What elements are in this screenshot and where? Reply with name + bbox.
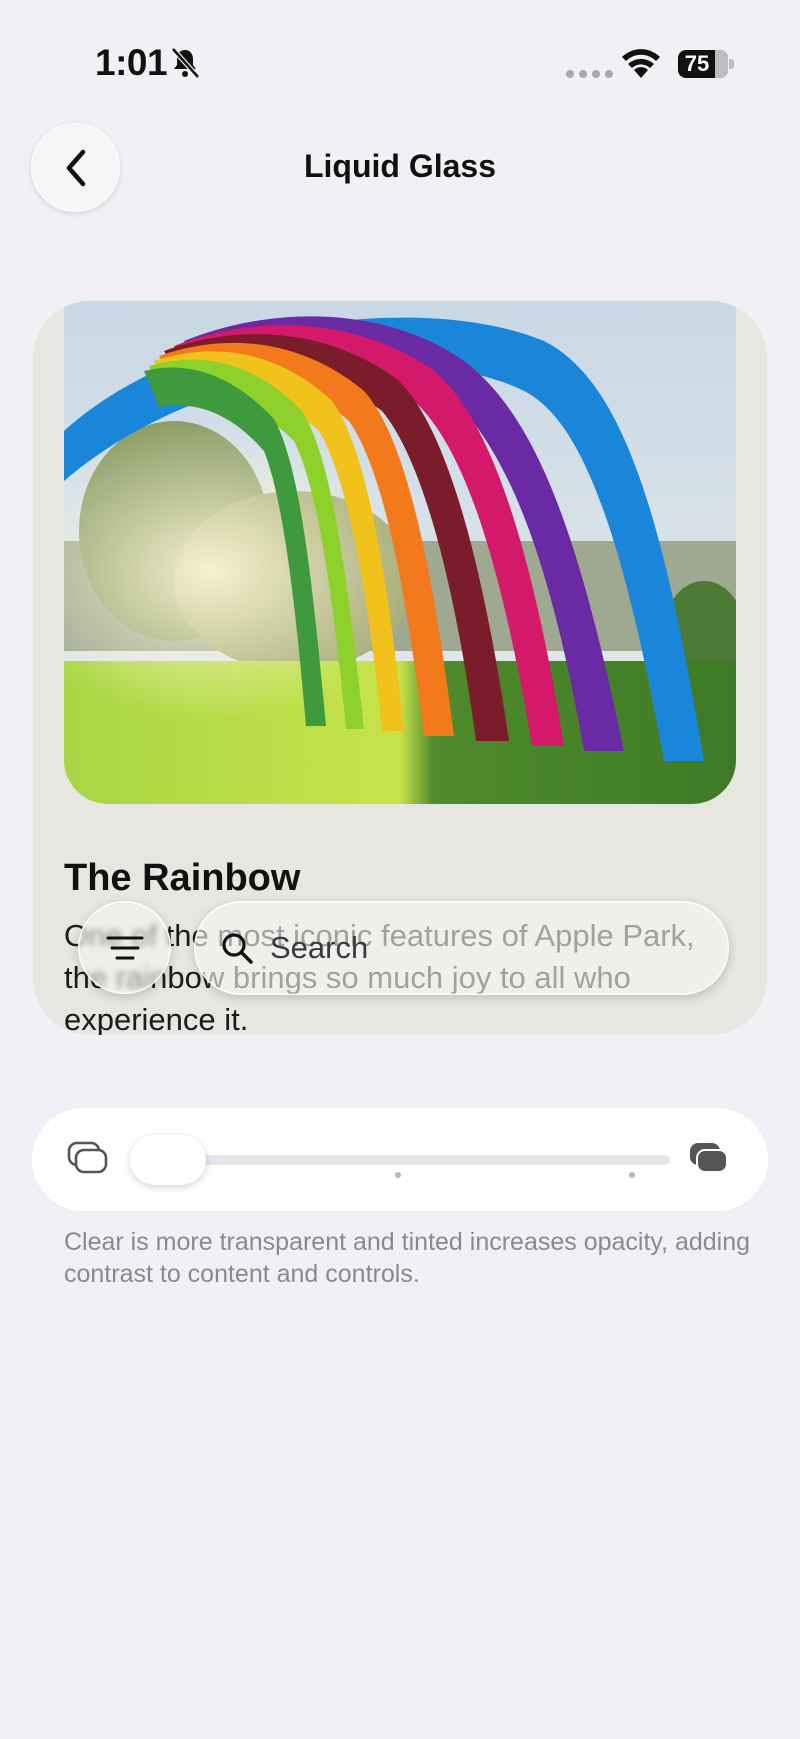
clear-glass-icon xyxy=(67,1141,108,1174)
rainbow-photo xyxy=(64,301,736,804)
slider-track[interactable] xyxy=(132,1155,670,1165)
wifi-icon xyxy=(622,49,660,78)
status-time: 1:01 xyxy=(95,42,168,83)
glass-appearance-slider[interactable] xyxy=(32,1108,768,1211)
battery-icon: 75 xyxy=(678,50,734,78)
search-placeholder: Search xyxy=(270,930,369,965)
search-field[interactable]: Search xyxy=(194,901,729,995)
line-3-horizontal-icon xyxy=(106,936,143,959)
menu-button[interactable] xyxy=(78,901,171,994)
content-card: The Rainbow One of the most iconic featu… xyxy=(33,301,767,1035)
cellular-signal-icon xyxy=(566,70,613,78)
slider-caption: Clear is more transparent and tinted inc… xyxy=(64,1228,751,1288)
tinted-glass-icon xyxy=(690,1143,728,1173)
battery-level: 75 xyxy=(684,51,710,76)
bell-slash-icon xyxy=(171,47,200,79)
slider-thumb[interactable] xyxy=(130,1135,206,1185)
slider-tick xyxy=(629,1172,635,1178)
magnifying-glass-icon xyxy=(222,933,253,964)
card-title: The Rainbow xyxy=(64,857,301,899)
slider-tick xyxy=(395,1172,401,1178)
page-title: Liquid Glass xyxy=(303,148,497,184)
liquid-glass-screen: 1:01 75 Liquid Glass The Rainbow the the… xyxy=(0,0,800,1739)
